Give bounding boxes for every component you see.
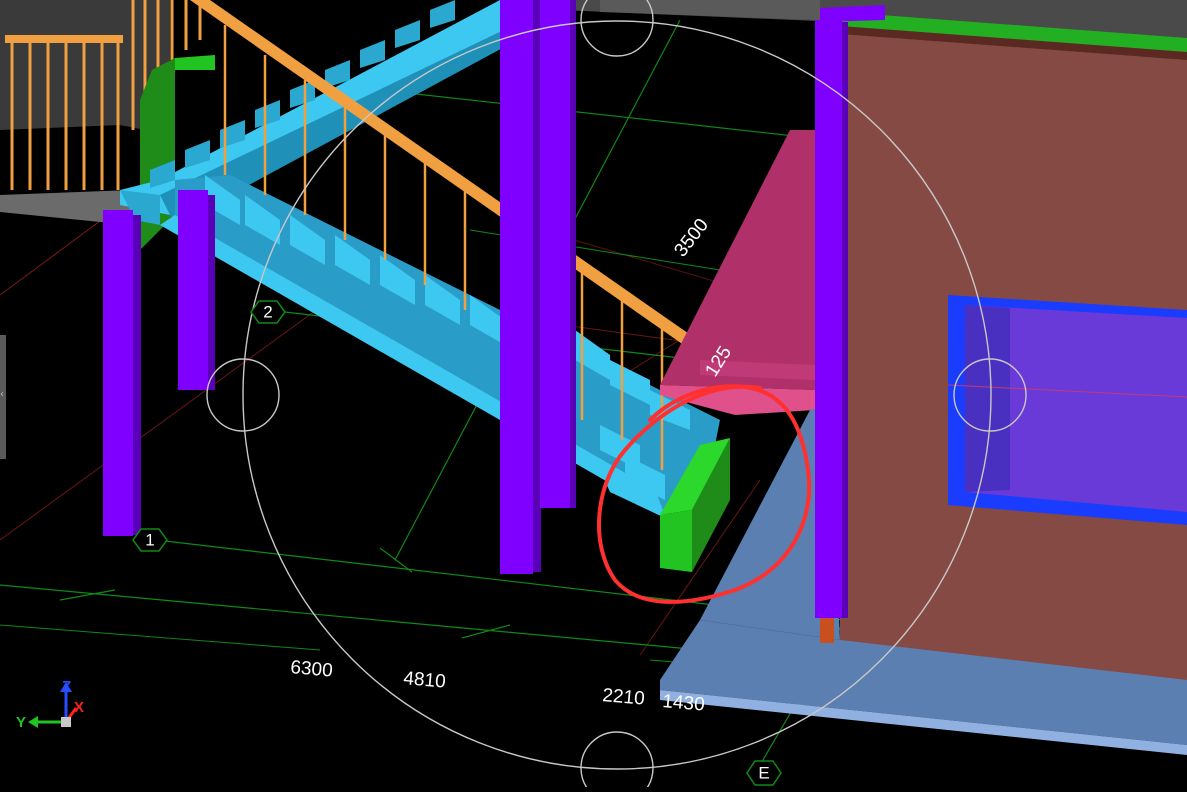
- window: [947, 295, 1187, 525]
- collapse-arrow-icon: ‹: [0, 389, 4, 400]
- side-panel-toggle[interactable]: ‹: [0, 335, 6, 459]
- axis-label-z: Z: [62, 678, 71, 695]
- dimension-6300: 6300: [290, 657, 334, 682]
- axis-label-y: Y: [16, 714, 26, 731]
- column-front-left: [103, 210, 141, 536]
- grid-marker-1[interactable]: 1: [132, 528, 168, 552]
- axis-triad-icon: Z Y X: [16, 678, 84, 731]
- grid-label-2: 2: [263, 303, 272, 322]
- dimension-1430: 1430: [662, 691, 706, 716]
- orbit-handle-bottom[interactable]: [580, 731, 654, 787]
- dimension-3500: 3500: [670, 215, 713, 261]
- dimension-4810: 4810: [403, 668, 447, 693]
- grid-label-e: E: [758, 764, 769, 783]
- column-back-left: [178, 190, 215, 390]
- grid-marker-e[interactable]: E: [746, 760, 782, 786]
- axis-label-x: X: [74, 699, 84, 716]
- dimension-2210: 2210: [602, 685, 646, 710]
- lower-stair-flight: [160, 175, 720, 518]
- column-middle-back: [540, 0, 576, 508]
- grid-label-1: 1: [145, 531, 154, 550]
- grid-marker-2[interactable]: 2: [250, 300, 286, 324]
- column-middle-front: [500, 0, 541, 574]
- 3d-viewport[interactable]: 2 1 E 3500 125 6300 4810 2210 1430 Z Y X: [0, 0, 1187, 787]
